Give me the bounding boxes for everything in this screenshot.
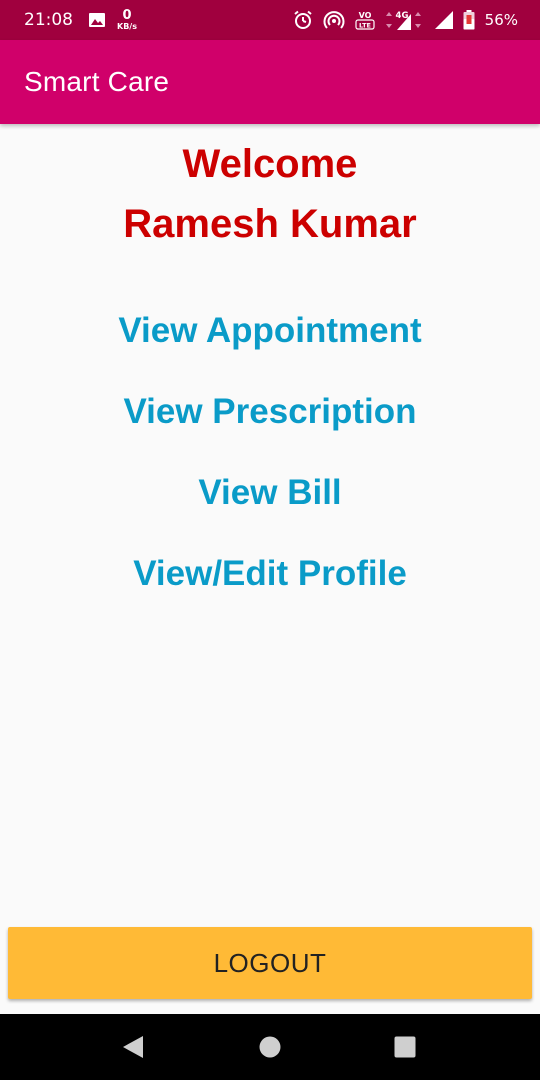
view-edit-profile-link[interactable]: View/Edit Profile bbox=[133, 545, 407, 626]
signal-4g-icon: 4G bbox=[385, 9, 425, 31]
home-icon[interactable] bbox=[257, 1034, 283, 1060]
signal-icon bbox=[434, 11, 453, 29]
status-bar: 21:08 0 KB/s VO LTE 4G 56% bbox=[0, 0, 540, 40]
data-rate-value: 0 bbox=[122, 8, 132, 23]
data-rate-unit: KB/s bbox=[117, 22, 137, 31]
status-left: 21:08 0 KB/s bbox=[24, 9, 137, 31]
menu-list: View Appointment View Prescription View … bbox=[0, 302, 540, 626]
svg-text:LTE: LTE bbox=[359, 22, 371, 30]
user-name: Ramesh Kumar bbox=[123, 202, 417, 246]
app-title: Smart Care bbox=[24, 66, 170, 97]
recents-icon[interactable] bbox=[392, 1034, 418, 1060]
battery-percent: 56% bbox=[484, 11, 518, 29]
alarm-icon bbox=[293, 10, 313, 30]
volte-icon: VO LTE bbox=[355, 9, 375, 31]
battery-icon bbox=[463, 10, 475, 30]
screen: 21:08 0 KB/s VO LTE 4G 56% Smart Care We… bbox=[0, 0, 540, 1080]
hotspot-icon bbox=[323, 10, 345, 30]
view-bill-link[interactable]: View Bill bbox=[198, 464, 341, 545]
view-prescription-link[interactable]: View Prescription bbox=[123, 383, 416, 464]
gallery-icon bbox=[89, 13, 105, 27]
welcome-heading: Welcome Ramesh Kumar bbox=[0, 134, 540, 254]
navigation-bar bbox=[0, 1014, 540, 1080]
status-time: 21:08 bbox=[24, 10, 73, 30]
app-bar: Smart Care bbox=[0, 40, 540, 124]
status-right: VO LTE 4G 56% bbox=[293, 9, 518, 31]
view-appointment-link[interactable]: View Appointment bbox=[118, 302, 421, 383]
back-icon[interactable] bbox=[120, 1034, 146, 1060]
logout-button[interactable]: LOGOUT bbox=[8, 927, 532, 999]
svg-text:VO: VO bbox=[358, 11, 371, 20]
data-rate: 0 KB/s bbox=[117, 9, 137, 31]
welcome-line: Welcome bbox=[182, 142, 358, 186]
